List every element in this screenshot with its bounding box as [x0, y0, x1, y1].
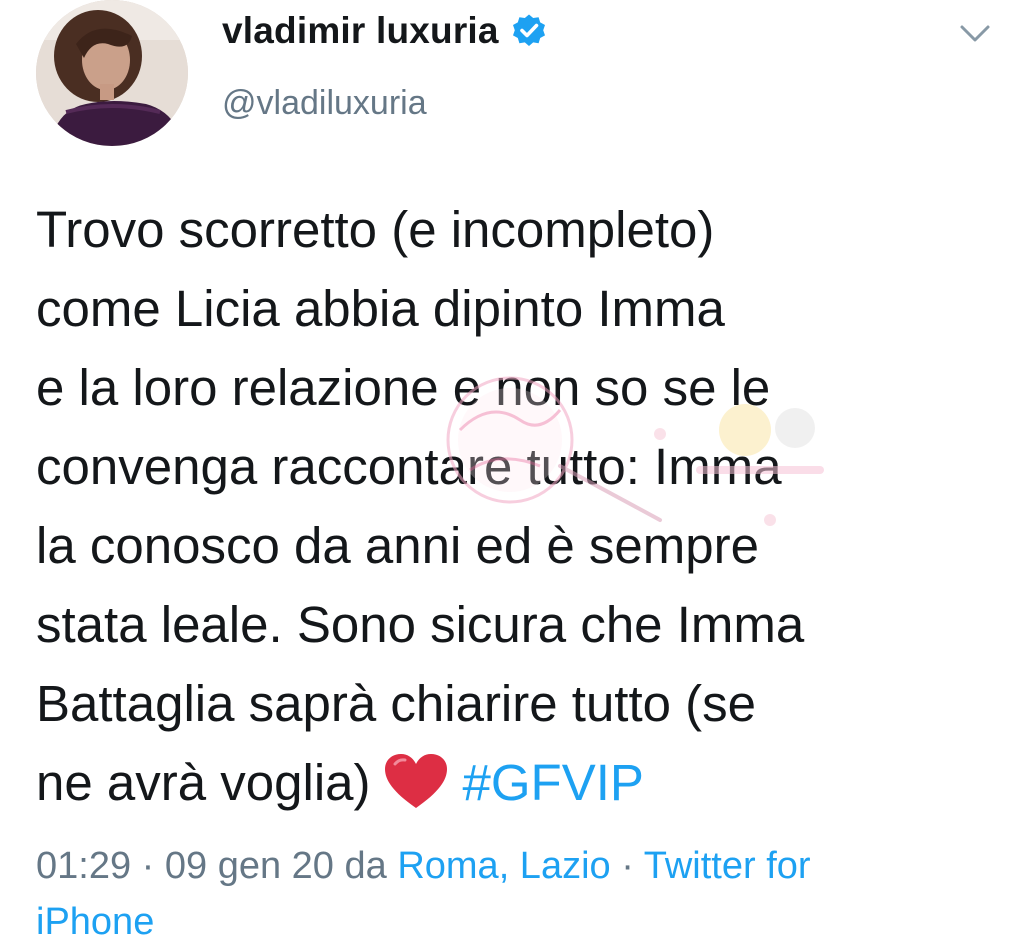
- tweet-line: Trovo scorretto (e incompleto): [36, 201, 715, 258]
- meta-da: da: [333, 845, 398, 887]
- tweet-line: come Licia abbia dipinto Imma: [36, 280, 725, 337]
- avatar-image: [36, 0, 188, 146]
- meta-line: 01:29 · 09 gen 20 da Roma, Lazio · Twitt…: [36, 838, 996, 894]
- hashtag-link[interactable]: #GFVIP: [463, 754, 644, 811]
- tweet-line: Battaglia saprà chiarire tutto (se: [36, 675, 757, 732]
- meta-separator: ·: [131, 845, 165, 887]
- verified-badge-icon: [511, 13, 547, 49]
- user-handle[interactable]: @vladiluxuria: [222, 84, 427, 123]
- tweet-time: 01:29: [36, 845, 132, 887]
- tweet-line: la conosco da anni ed è sempre: [36, 517, 759, 574]
- source-link-continued[interactable]: iPhone: [36, 901, 154, 943]
- tweet-last-line: ne avrà voglia) #GFVIP: [36, 743, 996, 822]
- location-link[interactable]: Roma, Lazio: [397, 845, 610, 887]
- avatar[interactable]: [36, 0, 188, 146]
- display-name-text: vladimir luxuria: [222, 10, 499, 51]
- chevron-down-icon[interactable]: [958, 22, 992, 46]
- tweet-line-text: ne avrà voglia): [36, 754, 371, 811]
- display-name[interactable]: vladimir luxuria: [222, 10, 547, 52]
- meta-separator: ·: [610, 845, 644, 887]
- tweet-date: 09 gen 20: [164, 845, 334, 887]
- tweet-line: convenga raccontare tutto: Imma: [36, 438, 782, 495]
- tweet-text: Trovo scorretto (e incompleto) come Lici…: [36, 190, 996, 822]
- tweet-meta: 01:29 · 09 gen 20 da Roma, Lazio · Twitt…: [36, 838, 996, 950]
- tweet-line: stata leale. Sono sicura che Imma: [36, 596, 805, 653]
- source-link[interactable]: Twitter for: [644, 845, 811, 887]
- meta-line: iPhone: [36, 894, 996, 950]
- tweet-line: e la loro relazione e non so se le: [36, 359, 771, 416]
- heart-icon: [383, 752, 449, 810]
